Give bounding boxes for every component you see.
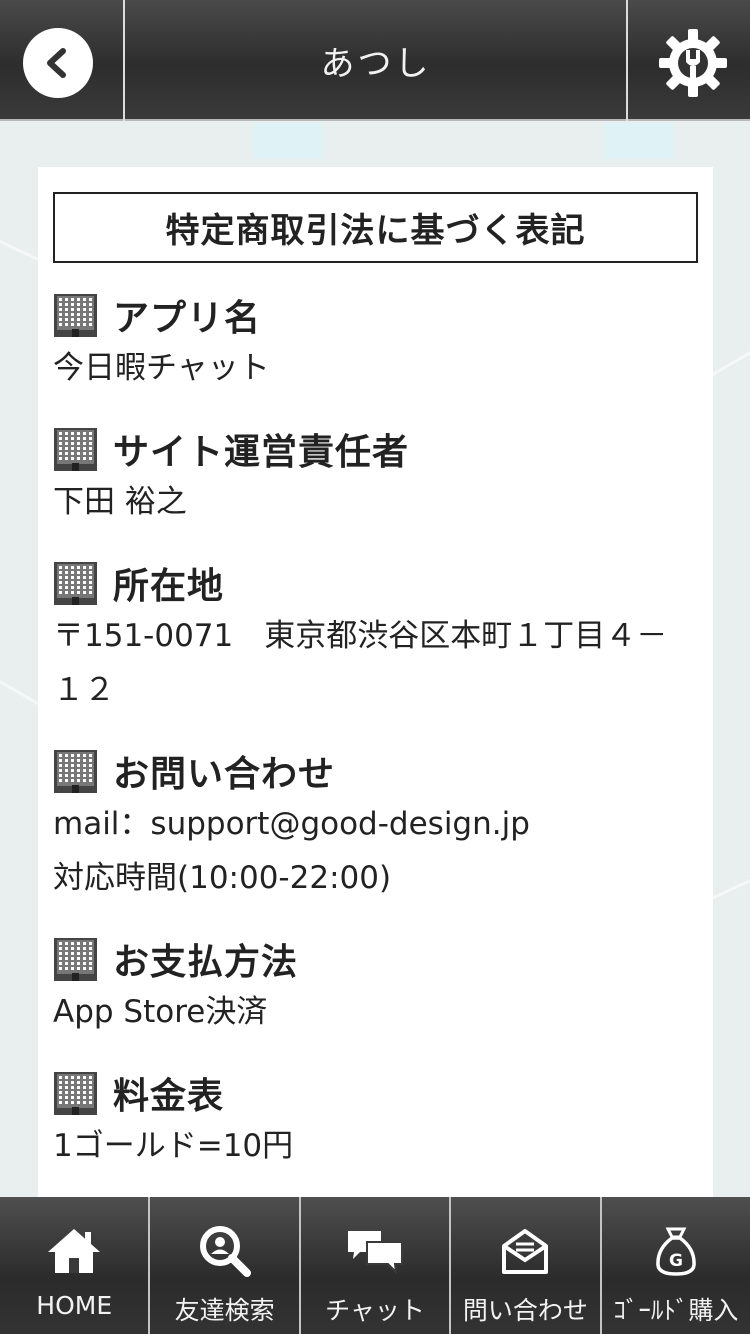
back-button[interactable] [23,28,93,98]
section-header: 料金表 [53,1067,698,1119]
page-title: あつし [320,44,432,84]
info-section: 所在地 〒151-0071 東京都渋谷区本町１丁目４－１２ [53,557,698,717]
tab-contact[interactable]: 問い合わせ [449,1197,600,1334]
tab-home[interactable]: HOME [0,1197,149,1334]
tab-friend-search[interactable]: 友達検索 [148,1197,299,1334]
gear-wrench-icon [658,28,727,97]
section-value: App Store決済 [53,994,268,1030]
header-divider-right [626,0,628,121]
section-title: お支払方法 [113,942,299,983]
building-icon [54,427,97,471]
gold-bag-icon: G [656,1227,696,1276]
info-section: お支払方法 App Store決済 [53,933,698,1039]
bottom-tab-bar: HOME 友達検索 チャット 問い合わせ G ｺﾞｰﾙﾄﾞ購入 [0,1197,750,1334]
section-title: 所在地 [113,566,225,607]
building-icon [54,561,97,605]
section-header: サイト運営責任者 [53,423,698,475]
section-header: 所在地 [53,557,698,609]
info-section: お問い合わせ mail：support@good-design.jp 対応時間(1… [53,745,698,905]
section-header: お問い合わせ [53,745,698,797]
section-value: mail：support@good-design.jp [53,806,530,842]
app-header: あつし [0,0,750,121]
building-icon [54,293,97,337]
tab-friend-search-label: 友達検索 [174,1296,275,1325]
info-section: サイト運営責任者 下田 裕之 [53,423,698,529]
tab-chat[interactable]: チャット [298,1197,450,1334]
building-icon [54,1071,97,1115]
tab-gold-purchase-label: ｺﾞｰﾙﾄﾞ購入 [613,1296,739,1325]
search-person-icon [199,1226,251,1277]
section-header: アプリ名 [53,289,698,341]
building-icon [54,937,97,981]
chat-bubbles-icon [348,1231,404,1275]
section-value: 〒151-0071 東京都渋谷区本町１丁目４－１２ [53,618,668,708]
building-icon [54,749,97,793]
section-value: 対応時間(10:00-22:00) [53,860,392,896]
svg-text:G: G [669,1251,683,1271]
section-title: アプリ名 [113,298,262,339]
tab-gold-purchase[interactable]: G ｺﾞｰﾙﾄﾞ購入 [599,1197,750,1334]
section-header: お支払方法 [53,933,698,985]
section-title: サイト運営責任者 [113,432,410,473]
settings-button[interactable] [650,20,735,105]
tab-chat-label: チャット [325,1296,425,1325]
info-section: 料金表 1ゴールド=10円 [53,1067,698,1173]
content-card: 特定商取引法に基づく表記 アプリ名 今日暇チャット サイト運営責任者 下田 裕之… [38,167,713,1207]
section-value: 今日暇チャット [53,350,270,386]
section-value: 1ゴールド=10円 [53,1128,294,1164]
info-sections: アプリ名 今日暇チャット サイト運営責任者 下田 裕之 所在地 〒151-007… [53,289,698,1207]
section-title: 料金表 [113,1076,225,1117]
tab-contact-label: 問い合わせ [462,1296,588,1325]
envelope-icon [502,1229,549,1274]
house-icon [48,1229,101,1273]
tab-home-label: HOME [36,1291,113,1320]
info-section: アプリ名 今日暇チャット [53,289,698,395]
page-heading: 特定商取引法に基づく表記 [53,192,698,263]
section-value: 下田 裕之 [53,484,187,520]
section-title: お問い合わせ [113,754,336,795]
chevron-left-icon [47,48,66,78]
